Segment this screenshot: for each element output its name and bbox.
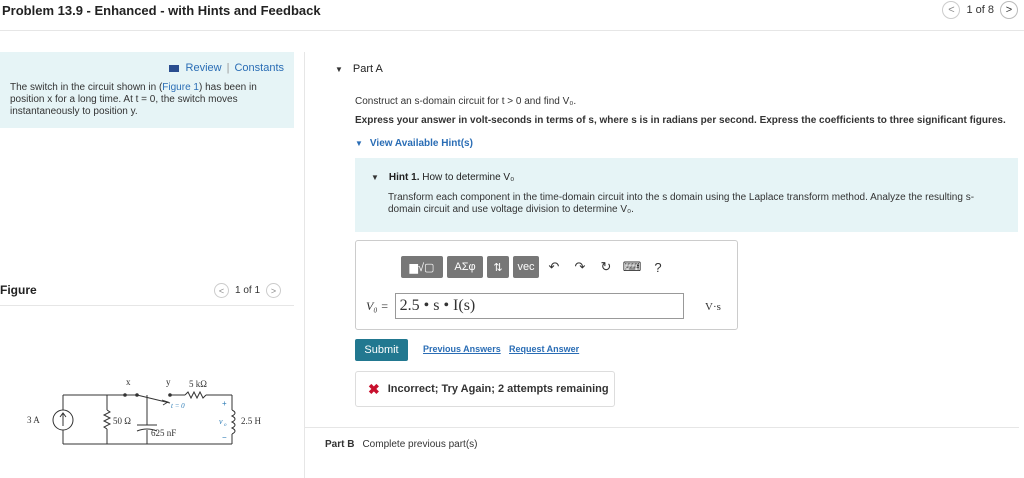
- hint-body: Transform each component in the time-dom…: [388, 192, 975, 215]
- hint-title-row[interactable]: ▼ Hint 1. How to determine V₀: [371, 172, 514, 183]
- answer-label: V₀ =: [366, 298, 389, 313]
- figure-link[interactable]: Figure 1: [162, 82, 199, 93]
- part-a-label: Part A: [352, 63, 383, 75]
- r2-label: 5 kΩ: [189, 379, 207, 389]
- submit-button[interactable]: Submit: [355, 339, 408, 361]
- next-figure-button[interactable]: >: [266, 283, 282, 298]
- top-divider: [0, 30, 1024, 31]
- request-answer-link[interactable]: Request Answer: [509, 344, 579, 354]
- switch-x-label: x: [126, 377, 131, 387]
- vo-minus: −: [222, 433, 227, 442]
- vo-plus: +: [222, 399, 227, 408]
- hint-triangle-icon: ▼: [371, 173, 379, 182]
- feedback-text: Incorrect; Try Again; 2 attempts remaini…: [387, 383, 609, 395]
- next-problem-button[interactable]: >: [1000, 1, 1018, 19]
- math-toolbar: ▆√▢ ΑΣφ ⇅ vec ↶ ↷ ↻ ⌨ ?: [401, 256, 669, 278]
- prev-problem-button[interactable]: <: [942, 1, 961, 19]
- prev-figure-button[interactable]: <: [214, 283, 229, 298]
- arrows-button[interactable]: ⇅: [487, 256, 509, 278]
- figure-pager-text: 1 of 1: [235, 285, 261, 296]
- answer-row: V₀ = 2.5 • s • I(s): [366, 293, 684, 319]
- hint-panel: ▼ Hint 1. How to determine V₀ Transform …: [355, 158, 1018, 232]
- pane-divider: [304, 52, 305, 478]
- incorrect-x-icon: ✖: [368, 380, 380, 397]
- greek-button[interactable]: ΑΣφ: [447, 256, 483, 278]
- vo-subscript: o: [224, 423, 227, 428]
- part-b-label: Part B: [325, 439, 355, 450]
- figure-heading: Figure: [0, 283, 37, 297]
- circuit-diagram: 3 A 50 Ω 625 nF 5 kΩ 2.5 H x y t = 0 + v…: [27, 377, 262, 445]
- switch-time-label: t = 0: [171, 402, 185, 410]
- previous-answers-link[interactable]: Previous Answers: [423, 344, 501, 354]
- review-constants: Review | Constants: [168, 62, 284, 74]
- figure-pager: < 1 of 1 >: [214, 283, 282, 298]
- pager-text: 1 of 8: [966, 4, 994, 16]
- part-b-row: Part B Complete previous part(s): [325, 439, 478, 450]
- vec-button[interactable]: vec: [513, 256, 539, 278]
- top-bar: Problem 13.9 - Enhanced - with Hints and…: [0, 0, 1024, 22]
- part-a-header[interactable]: ▼ Part A: [335, 63, 383, 75]
- help-icon[interactable]: ?: [647, 260, 669, 275]
- problem-intro-panel: Review | Constants The switch in the cir…: [0, 52, 294, 128]
- switch-y-label: y: [166, 377, 171, 387]
- inductor-label: 2.5 H: [241, 416, 262, 426]
- figure-divider: [0, 305, 294, 306]
- view-hints-toggle[interactable]: ▼ View Available Hint(s): [355, 138, 473, 149]
- redo-icon[interactable]: ↷: [569, 259, 591, 275]
- answer-unit: V·s: [705, 301, 721, 313]
- hint-title: How to determine V₀: [422, 172, 515, 183]
- undo-icon[interactable]: ↶: [543, 259, 565, 275]
- review-link[interactable]: Review: [186, 62, 222, 74]
- problem-intro-text: The switch in the circuit shown in (Figu…: [10, 82, 280, 118]
- book-icon: [168, 64, 179, 72]
- r1-label: 50 Ω: [113, 416, 131, 426]
- collapse-triangle-icon: ▼: [335, 64, 343, 74]
- part-b-status: Complete previous part(s): [362, 439, 478, 450]
- intro-text-start: The switch in the circuit shown in (: [10, 82, 163, 93]
- part-a-instruction: Express your answer in volt-seconds in t…: [355, 115, 1006, 126]
- separator: |: [226, 62, 230, 74]
- keyboard-icon[interactable]: ⌨: [621, 259, 643, 275]
- part-a-question: Construct an s-domain circuit for t > 0 …: [355, 96, 577, 107]
- problem-title: Problem 13.9 - Enhanced - with Hints and…: [2, 3, 321, 18]
- answer-box: ▆√▢ ΑΣφ ⇅ vec ↶ ↷ ↻ ⌨ ? V₀ = 2.5 • s • I…: [355, 240, 738, 330]
- reset-icon[interactable]: ↻: [595, 259, 617, 275]
- vo-label: v: [219, 417, 223, 426]
- source-label: 3 A: [27, 415, 40, 425]
- capacitor-label: 625 nF: [151, 428, 176, 438]
- hints-triangle-icon: ▼: [355, 139, 363, 148]
- templates-button[interactable]: ▆√▢: [401, 256, 443, 278]
- constants-link[interactable]: Constants: [234, 62, 284, 74]
- problem-pager: < 1 of 8 >: [942, 1, 1018, 19]
- view-hints-label: View Available Hint(s): [369, 138, 473, 149]
- answer-input[interactable]: 2.5 • s • I(s): [394, 293, 684, 319]
- part-b-divider: [305, 427, 1019, 428]
- hint-number: Hint 1.: [388, 172, 420, 183]
- feedback-box: ✖ Incorrect; Try Again; 2 attempts remai…: [355, 371, 615, 407]
